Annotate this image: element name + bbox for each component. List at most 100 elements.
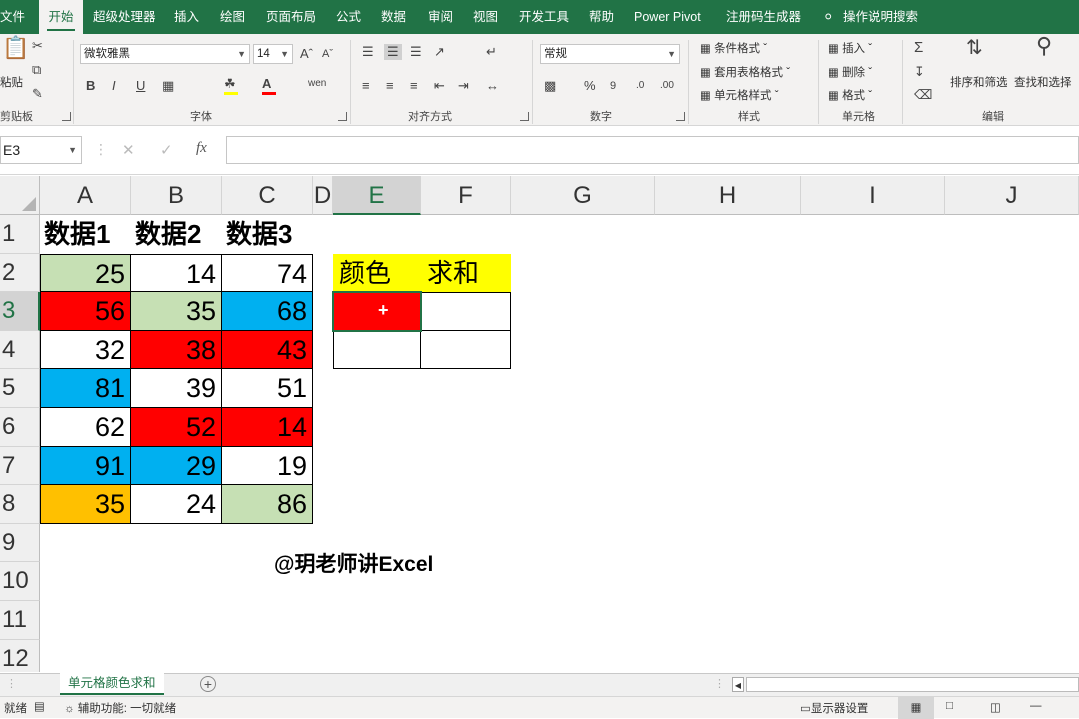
tab-review[interactable]: 审阅 (428, 0, 453, 34)
decrease-decimal-icon[interactable]: .00 (660, 78, 674, 94)
column-header-c[interactable]: C (222, 176, 313, 215)
format-cells-button[interactable]: ▦ 格式 ˇ (828, 87, 872, 103)
row-header-9[interactable]: 9 (0, 523, 40, 563)
tab-file[interactable]: 文件 (0, 0, 25, 34)
data-cell[interactable]: 35 (131, 292, 222, 331)
enter-icon[interactable]: ✓ (160, 141, 173, 159)
sheet-nav-icon[interactable]: ⋮ (6, 677, 17, 690)
column-header-h[interactable]: H (655, 176, 801, 215)
font-launcher-icon[interactable] (338, 112, 347, 121)
side-table-cell[interactable] (333, 330, 421, 370)
decrease-font-icon[interactable]: Aˇ (322, 46, 333, 62)
data-cell[interactable]: 32 (40, 330, 131, 370)
paste-icon[interactable]: 📋 (2, 37, 29, 59)
splitter-icon[interactable]: ⋮ (714, 677, 725, 690)
format-painter-icon[interactable]: ✎ (32, 86, 43, 102)
orientation-icon[interactable]: ↗ (434, 44, 445, 60)
column-header-d[interactable]: D (313, 176, 333, 215)
data-cell[interactable]: 81 (40, 369, 131, 408)
clipboard-launcher-icon[interactable] (62, 112, 71, 121)
copy-icon[interactable]: ⧉ (32, 62, 41, 78)
horizontal-scrollbar[interactable] (746, 677, 1079, 692)
page-layout-view-icon[interactable]: □ (946, 700, 953, 712)
data-cell[interactable]: 68 (222, 292, 313, 331)
row-header-6[interactable]: 6 (0, 408, 40, 447)
autosum-icon[interactable]: Σ (914, 40, 923, 56)
borders-icon[interactable]: ▦ (162, 78, 174, 94)
column-header-j[interactable]: J (945, 176, 1079, 215)
fill-icon[interactable]: ↧ (914, 64, 925, 80)
tab-power-pivot[interactable]: Power Pivot (634, 0, 701, 34)
tab-home[interactable]: 开始 (39, 0, 83, 34)
increase-decimal-icon[interactable]: .0 (636, 78, 644, 94)
row-header-7[interactable]: 7 (0, 446, 40, 486)
accounting-format-icon[interactable]: ▩ (544, 78, 556, 94)
select-all-corner[interactable] (0, 176, 40, 215)
display-settings-button[interactable]: ▭显示器设置 (800, 700, 868, 716)
side-table-cell[interactable] (421, 292, 511, 331)
sheet-tab-active[interactable]: 单元格颜色求和 (60, 673, 164, 695)
tab-help[interactable]: 帮助 (589, 0, 614, 34)
tab-super-processor[interactable]: 超级处理器 (93, 0, 156, 34)
sort-filter-button[interactable]: 排序和筛选 (950, 74, 1008, 90)
column-header-g[interactable]: G (511, 176, 655, 215)
side-table-header[interactable]: 求和 (421, 253, 511, 293)
row-header-12[interactable]: 12 (0, 639, 40, 672)
row-header-5[interactable]: 5 (0, 369, 40, 408)
fill-color-icon[interactable]: ☘ (224, 76, 238, 95)
percent-icon[interactable]: % (584, 78, 596, 94)
bold-button[interactable]: B (86, 78, 95, 94)
conditional-formatting-button[interactable]: ▦ 条件格式 ˇ (700, 40, 767, 56)
find-select-button[interactable]: 查找和选择 (1014, 74, 1072, 90)
delete-cells-button[interactable]: ▦ 删除 ˇ (828, 64, 872, 80)
data-cell[interactable]: 25 (40, 253, 131, 293)
wrap-text-icon[interactable]: ↵ (486, 44, 497, 60)
data-cell[interactable]: 19 (222, 446, 313, 486)
row-header-2[interactable]: 2 (0, 253, 40, 293)
format-as-table-button[interactable]: ▦ 套用表格格式 ˇ (700, 64, 790, 80)
column-header-e[interactable]: E (333, 176, 421, 215)
chevron-down-icon[interactable]: ▼ (68, 137, 77, 163)
insert-cells-button[interactable]: ▦ 插入 ˇ (828, 40, 872, 56)
row-header-3[interactable]: 3 (0, 292, 40, 331)
data-cell[interactable]: 38 (131, 330, 222, 370)
clear-icon[interactable]: ⌫ (914, 87, 932, 103)
tab-page-layout[interactable]: 页面布局 (266, 0, 316, 34)
accessibility-status[interactable]: ☼ 辅助功能: 一切就绪 (64, 700, 176, 716)
tab-formulas[interactable]: 公式 (336, 0, 361, 34)
italic-button[interactable]: I (112, 78, 116, 94)
font-name-select[interactable]: 微软雅黑 ▼ (80, 44, 250, 64)
align-middle-icon[interactable]: ☰ (384, 44, 402, 60)
tell-me-box[interactable]: ⚪ 操作说明搜索 (823, 0, 918, 34)
data-cell[interactable]: 86 (222, 485, 313, 524)
row-header-11[interactable]: 11 (0, 601, 40, 640)
column-header-b[interactable]: B (131, 176, 222, 215)
table-header-cell[interactable]: 数据3 (222, 215, 313, 254)
data-cell[interactable]: 74 (222, 253, 313, 293)
insert-function-icon[interactable]: fx (196, 140, 207, 157)
row-header-10[interactable]: 10 (0, 562, 40, 601)
row-header-8[interactable]: 8 (0, 485, 40, 524)
align-left-icon[interactable]: ≡ (362, 78, 370, 94)
tab-view[interactable]: 视图 (473, 0, 498, 34)
phonetic-icon[interactable]: wen (308, 76, 326, 92)
paste-button[interactable]: 粘贴 (0, 74, 23, 90)
comma-style-icon[interactable]: 9 (610, 78, 616, 94)
table-header-cell[interactable]: 数据2 (131, 215, 222, 254)
underline-button[interactable]: U (136, 78, 145, 94)
cancel-icon[interactable]: ✕ (122, 141, 135, 159)
tab-license-generator[interactable]: 注册码生成器 (726, 0, 801, 34)
table-header-cell[interactable]: 数据1 (40, 215, 131, 254)
data-cell[interactable]: 43 (222, 330, 313, 370)
tab-data[interactable]: 数据 (381, 0, 406, 34)
drag-handle-icon[interactable]: ⋮ (94, 141, 108, 158)
data-cell[interactable]: 24 (131, 485, 222, 524)
scroll-left-icon[interactable]: ◀ (732, 677, 744, 692)
merge-center-icon[interactable]: ↔ (486, 78, 499, 94)
data-cell[interactable]: 91 (40, 446, 131, 486)
column-header-f[interactable]: F (421, 176, 511, 215)
cut-icon[interactable]: ✂ (32, 38, 43, 54)
alignment-launcher-icon[interactable] (520, 112, 529, 121)
column-header-i[interactable]: I (801, 176, 945, 215)
decrease-indent-icon[interactable]: ⇤ (434, 78, 445, 94)
